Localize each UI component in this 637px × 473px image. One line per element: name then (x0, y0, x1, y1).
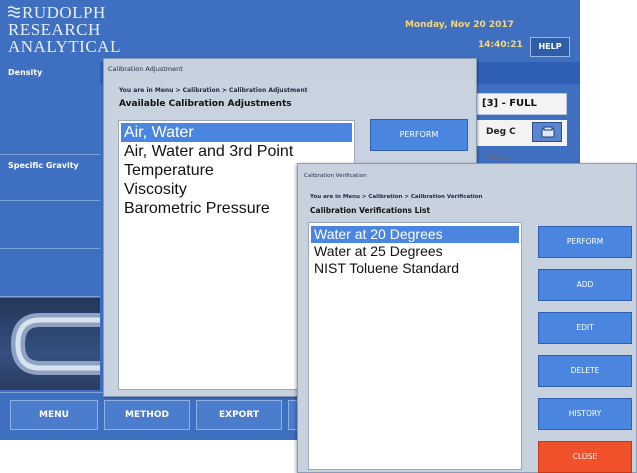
export-button[interactable]: EXPORT (196, 400, 282, 430)
thermometer-button[interactable] (532, 122, 562, 142)
calibration-verification-list: Water at 20 Degrees Water at 25 Degrees … (308, 222, 522, 470)
screen: RUDOLPH RESEARCH ANALYTICAL Monday, Nov … (0, 0, 637, 473)
temperature-unit-secondary: Deg C (486, 152, 511, 161)
date-display: Monday, Nov 20 2017 (405, 20, 514, 30)
add-button[interactable]: ADD (538, 269, 632, 301)
logo-waves-icon (8, 6, 20, 18)
sidebar: Density Specific Gravity (0, 62, 100, 392)
breadcrumb: You are in Menu > Calibration > Calibrat… (119, 87, 308, 94)
list-item[interactable]: NIST Toluene Standard (311, 260, 519, 277)
perform-button[interactable]: PERFORM (370, 119, 468, 151)
method-button[interactable]: METHOD (104, 400, 190, 430)
list-item[interactable]: Water at 20 Degrees (311, 226, 519, 243)
list-heading: Calibration Verifications List (310, 206, 431, 215)
breadcrumb: You are in Menu > Calibration > Calibrat… (310, 194, 483, 200)
logo-text-line: ANALYTICAL (8, 37, 121, 56)
dialog-title: Calibration Adjustment (108, 65, 183, 73)
sidebar-item-specific-gravity[interactable]: Specific Gravity (0, 155, 100, 201)
u-tube-icon (10, 313, 100, 375)
sidebar-item-label: Density (8, 68, 43, 77)
delete-button[interactable]: DELETE (538, 355, 632, 387)
list-item[interactable]: Air, Water and 3rd Point (121, 142, 352, 161)
time-display: 14:40:21 (478, 40, 523, 50)
sidebar-item-density[interactable]: Density (0, 62, 100, 155)
sidebar-item-empty[interactable] (0, 249, 100, 297)
sidebar-item-empty[interactable] (0, 201, 100, 249)
history-button[interactable]: HISTORY (538, 398, 632, 430)
logo-text-line: RESEARCH (8, 20, 101, 39)
company-logo: RUDOLPH RESEARCH ANALYTICAL (8, 4, 130, 64)
close-button[interactable]: CLOSE (538, 441, 632, 473)
temperature-unit: Deg C (486, 127, 516, 137)
perform-button[interactable]: PERFORM (538, 226, 632, 258)
list-item[interactable]: Air, Water (121, 123, 352, 142)
app-header: RUDOLPH RESEARCH ANALYTICAL Monday, Nov … (0, 0, 580, 66)
u-tube-image (0, 298, 100, 390)
thermometer-icon (541, 126, 555, 138)
logo-text-line: RUDOLPH (22, 3, 106, 22)
list-heading: Available Calibration Adjustments (119, 99, 292, 109)
calibration-verification-dialog: Calibration Verification You are in Menu… (297, 163, 637, 473)
dialog-title: Calibration Verification (304, 173, 367, 179)
sidebar-item-label: Specific Gravity (8, 161, 79, 170)
edit-button[interactable]: EDIT (538, 312, 632, 344)
measurement-mode-label: [3] - FULL (475, 93, 567, 115)
menu-button[interactable]: MENU (10, 400, 98, 430)
list-item[interactable]: Water at 25 Degrees (311, 243, 519, 260)
help-button[interactable]: HELP (530, 37, 570, 57)
